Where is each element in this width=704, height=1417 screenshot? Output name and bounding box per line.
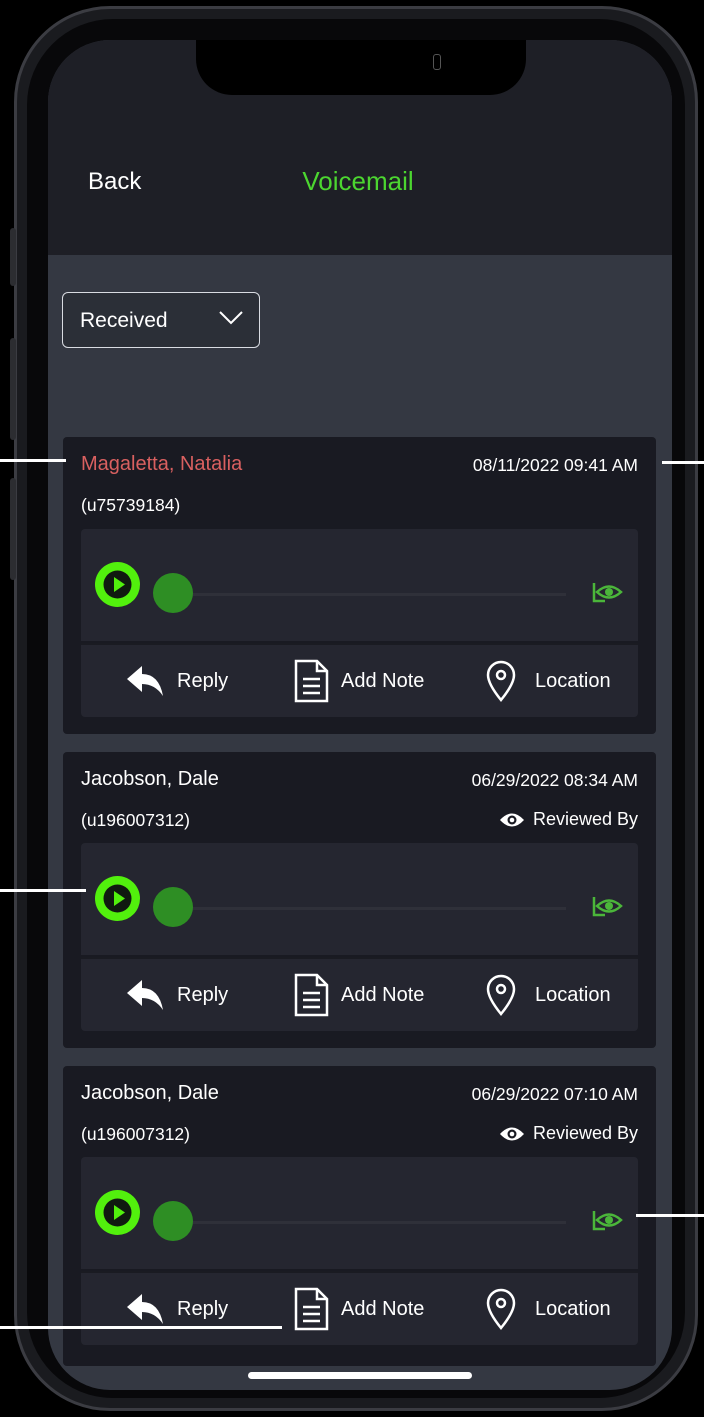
reply-arrow-icon [127,1294,163,1324]
map-pin-icon [486,1288,516,1330]
filter-selected-value: Received [80,309,168,332]
filter-dropdown[interactable]: Received [62,292,260,348]
voicemail-card: Magaletta, Natalia 08/11/2022 09:41 AM (… [63,437,656,734]
reviewed-by-label: Reviewed By [532,809,638,829]
caller-name: Jacobson, Dale [81,1082,219,1104]
add-note-label: Add Note [341,983,425,1006]
home-indicator[interactable] [248,1372,472,1379]
add-note-label: Add Note [341,1297,425,1320]
add-note-button[interactable]: Add Note [293,959,424,1031]
eye-icon [499,1127,524,1140]
voicemail-actions: Reply Add Note Location [81,1271,638,1345]
eye-icon [499,813,524,826]
voicemail-timestamp: 08/11/2022 09:41 AM [472,455,638,475]
reply-label: Reply [177,1297,229,1320]
seen-eye-icon [592,1211,623,1231]
notch [196,40,526,95]
location-button[interactable]: Location [485,959,611,1031]
document-icon [294,973,329,1017]
play-button[interactable] [95,1190,140,1235]
location-label: Location [535,983,611,1006]
caller-user-id: (u196007312) [81,1124,190,1144]
audio-scrubber-handle[interactable] [153,887,193,927]
page-title: Voicemail [302,166,414,196]
callout-line [0,459,66,462]
caller-name: Jacobson, Dale [81,768,219,790]
play-button[interactable] [95,562,140,607]
voicemail-timestamp: 06/29/2022 07:10 AM [471,1084,638,1104]
add-note-button[interactable]: Add Note [293,1273,424,1345]
app-screen: Back Voicemail Received Magaletta, Natal… [48,40,672,1390]
caller-name: Magaletta, Natalia [81,453,243,475]
document-icon [294,659,329,703]
reply-label: Reply [177,669,229,692]
play-button[interactable] [95,876,140,921]
voicemail-actions: Reply Add Note Location [81,957,638,1031]
callout-line [0,889,86,892]
location-label: Location [535,669,611,692]
reply-button[interactable]: Reply [125,1273,228,1345]
audio-progress-track[interactable] [171,1221,566,1224]
location-label: Location [535,1297,611,1320]
play-icon [103,570,132,599]
reply-button[interactable]: Reply [125,959,228,1031]
document-icon [294,1287,329,1331]
add-note-button[interactable]: Add Note [293,645,424,717]
audio-player [81,1157,638,1269]
play-icon [103,884,132,913]
reply-arrow-icon [127,666,163,696]
callout-line [0,1326,282,1329]
audio-scrubber-handle[interactable] [153,1201,193,1241]
audio-player [81,529,638,641]
chevron-down-icon [219,311,243,325]
volume-up-button [10,338,16,440]
reviewed-by-label: Reviewed By [532,1123,638,1143]
caller-user-id: (u75739184) [81,495,181,515]
voicemail-timestamp: 06/29/2022 08:34 AM [471,770,638,790]
reply-arrow-icon [127,980,163,1010]
audio-player [81,843,638,955]
voicemail-card: Jacobson, Dale 06/29/2022 08:34 AM (u196… [63,752,656,1048]
mute-switch [10,228,16,286]
voicemail-card: Jacobson, Dale 06/29/2022 07:10 AM (u196… [63,1066,656,1366]
seen-eye-icon [592,897,623,917]
play-icon [103,1198,132,1227]
seen-eye-icon [592,583,623,603]
caller-user-id: (u196007312) [81,810,190,830]
reply-button[interactable]: Reply [125,645,228,717]
location-button[interactable]: Location [485,1273,611,1345]
audio-scrubber-handle[interactable] [153,573,193,613]
audio-progress-track[interactable] [171,907,566,910]
callout-line [636,1214,704,1217]
reviewed-by-link[interactable]: Reviewed By [499,1123,638,1144]
audio-progress-track[interactable] [171,593,566,596]
reply-label: Reply [177,983,229,1006]
location-button[interactable]: Location [485,645,611,717]
add-note-label: Add Note [341,669,425,692]
map-pin-icon [486,660,516,702]
voicemail-actions: Reply Add Note Location [81,643,638,717]
callout-line [662,461,704,464]
volume-down-button [10,478,16,580]
map-pin-icon [486,974,516,1016]
reviewed-by-link[interactable]: Reviewed By [499,809,638,830]
camera-icon [433,54,441,70]
